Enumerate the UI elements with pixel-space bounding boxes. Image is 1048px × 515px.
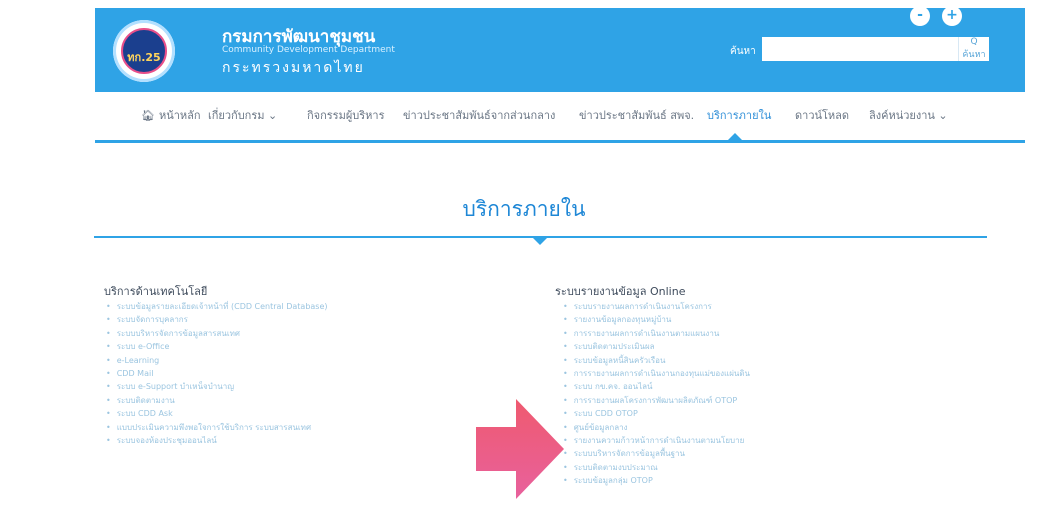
nav-item-central-news[interactable]: ข่าวประชาสัมพันธ์จากส่วนกลาง [403, 106, 555, 124]
list-item[interactable]: CDD Mail [106, 367, 328, 380]
search-button[interactable]: Q ค้นหา [958, 37, 989, 61]
list-item[interactable]: ระบบข้อมูลหนี้สินครัวเรือน [563, 354, 750, 367]
list-item[interactable]: e-Learning [106, 354, 328, 367]
home-icon: 🏠︎ [141, 109, 155, 122]
org-logo[interactable]: ทก.25 [113, 20, 175, 82]
site-header: ทก.25 กรมการพัฒนาชุมชน Community Develop… [95, 6, 1025, 92]
nav-underline [95, 140, 1025, 143]
tech-services-list: ระบบข้อมูลรายละเอียดเจ้าหน้าที่ (CDD Cen… [106, 300, 328, 447]
list-item[interactable]: ระบบบริหารจัดการข้อมูลสารสนเทศ [106, 327, 328, 340]
list-item[interactable]: แบบประเมินความพึงพอใจการใช้บริการ ระบบสา… [106, 421, 328, 434]
pointer-arrow-icon [476, 399, 564, 499]
list-item[interactable]: ระบบติดตามงาน [106, 394, 328, 407]
nav-item-home[interactable]: 🏠︎ หน้าหลัก [141, 106, 201, 124]
org-subtitle: Community Development Department [222, 45, 395, 55]
online-reports-heading: ระบบรายงานข้อมูล Online [555, 285, 686, 298]
list-item[interactable]: ระบบรายงานผลการดำเนินงานโครงการ [563, 300, 750, 313]
zoom-out-button[interactable]: - [910, 6, 930, 26]
nav-item-agency-links[interactable]: ลิงค์หน่วยงาน ⌄ [869, 106, 948, 124]
logo-text: ทก.25 [127, 51, 161, 64]
list-item[interactable]: ศูนย์ข้อมูลกลาง [563, 421, 750, 434]
online-reports-list: ระบบรายงานผลการดำเนินงานโครงการ รายงานข้… [563, 300, 750, 487]
list-item[interactable]: ระบบ CDD OTOP [563, 407, 750, 420]
list-item[interactable]: รายงานข้อมูลกองทุนหมู่บ้าน [563, 313, 750, 326]
logo-emblem: ทก.25 [121, 28, 167, 74]
list-item[interactable]: ระบบข้อมูลกลุ่ม OTOP [563, 474, 750, 487]
title-divider-pointer [532, 237, 548, 245]
list-item[interactable]: การรายงานผลการดำเนินงานกองทุนแม่ของแผ่นด… [563, 367, 750, 380]
list-item[interactable]: ระบบติดตามประเมินผล [563, 340, 750, 353]
nav-item-executive-activities[interactable]: กิจกรรมผู้บริหาร [307, 106, 385, 124]
page-title: บริการภายใน [462, 197, 586, 221]
search-label: ค้นหา [730, 46, 756, 57]
list-item[interactable]: การรายงานผลโครงการพัฒนาผลิตภัณฑ์ OTOP [563, 394, 750, 407]
nav-item-about[interactable]: เกี่ยวกับกรม ⌄ [208, 106, 277, 124]
zoom-in-button[interactable]: + [942, 6, 962, 26]
tech-services-heading: บริการด้านเทคโนโลยี [104, 285, 208, 298]
main-nav: 🏠︎ หน้าหลัก เกี่ยวกับกรม ⌄ กิจกรรมผู้บริห… [95, 106, 1025, 128]
list-item[interactable]: ระบบจองห้องประชุมออนไลน์ [106, 434, 328, 447]
list-item[interactable]: ระบบบริหารจัดการข้อมูลพื้นฐาน [563, 447, 750, 460]
list-item[interactable]: ระบบจัดการบุคลากร [106, 313, 328, 326]
list-item[interactable]: ระบบติดตามงบประมาณ [563, 461, 750, 474]
search-input[interactable] [762, 37, 958, 61]
list-item[interactable]: การรายงานผลการดำเนินงานตามแผนงาน [563, 327, 750, 340]
list-item[interactable]: ระบบข้อมูลรายละเอียดเจ้าหน้าที่ (CDD Cen… [106, 300, 328, 313]
nav-item-download[interactable]: ดาวน์โหลด [795, 106, 849, 124]
nav-item-internal-services[interactable]: บริการภายใน [707, 106, 771, 124]
list-item[interactable]: ระบบ e-Office [106, 340, 328, 353]
org-ministry: กระทรวงมหาดไทย [222, 60, 365, 76]
nav-active-indicator [728, 133, 742, 140]
list-item[interactable]: ระบบ กข.คจ. ออนไลน์ [563, 380, 750, 393]
list-item[interactable]: รายงานความก้าวหน้าการดำเนินงานตามนโยบาย [563, 434, 750, 447]
list-item[interactable]: ระบบ CDD Ask [106, 407, 328, 420]
list-item[interactable]: ระบบ e-Support บำเหน็จบำนาญ [106, 380, 328, 393]
nav-item-provincial-news[interactable]: ข่าวประชาสัมพันธ์ สพจ. [579, 106, 694, 124]
nav-item-label: หน้าหลัก [158, 109, 201, 122]
